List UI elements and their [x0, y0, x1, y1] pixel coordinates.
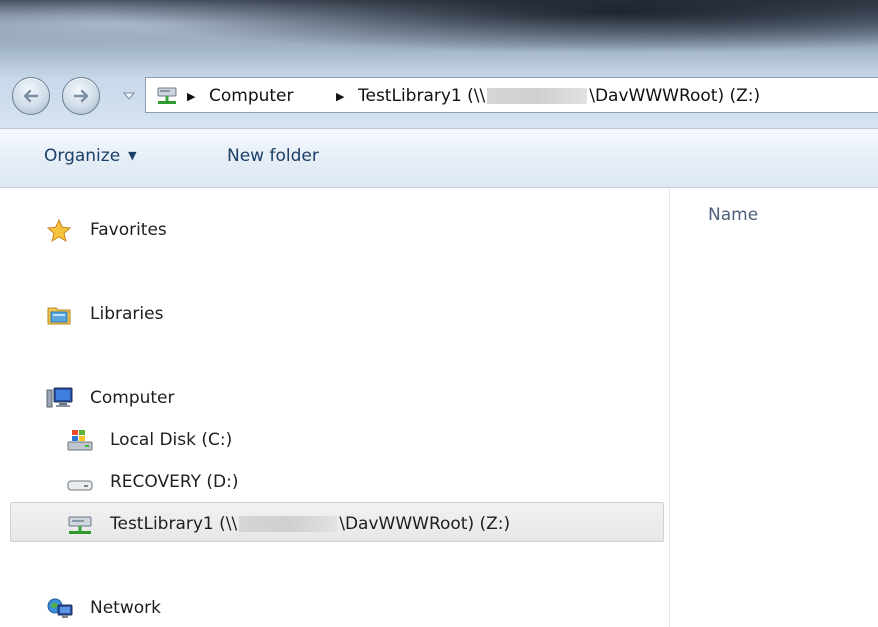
nav-label-local-disk: Local Disk (C:) [110, 430, 233, 450]
nav-label-libraries: Libraries [90, 304, 164, 324]
pane-divider[interactable] [669, 188, 670, 627]
aero-glass-blur [0, 0, 878, 60]
breadcrumb-testlibrary[interactable]: TestLibrary1 (\\ \DavWWWRoot) (Z:) [358, 86, 760, 106]
organize-button[interactable]: Organize ▼ [44, 146, 137, 166]
forward-arrow-icon [73, 89, 89, 103]
star-icon [46, 218, 72, 243]
window-titlebar: ▶ Computer ▶ TestLibrary1 (\\ \DavWWWRoot… [0, 0, 878, 128]
network-drive-icon [68, 516, 92, 534]
explorer-window: ▶ Computer ▶ TestLibrary1 (\\ \DavWWWRoot… [0, 0, 878, 627]
drive-icon [67, 480, 93, 491]
breadcrumb-computer[interactable]: Computer [209, 86, 294, 106]
command-bar: Organize ▼ New folder [0, 128, 878, 188]
computer-icon [46, 387, 73, 408]
redacted-hostname [487, 88, 588, 104]
redacted-hostname [239, 516, 338, 532]
testlibrary-suffix: \DavWWWRoot) (Z:) [339, 514, 511, 534]
recent-pages-chevron-icon[interactable] [123, 91, 135, 101]
back-button[interactable] [12, 77, 50, 115]
network-globe-icon [47, 598, 73, 618]
nav-label-computer: Computer [90, 388, 175, 408]
new-folder-button[interactable]: New folder [227, 146, 319, 166]
forward-button[interactable] [62, 77, 100, 115]
testlibrary-prefix: TestLibrary1 (\\ [110, 514, 238, 534]
libraries-folder-icon [47, 307, 71, 325]
breadcrumb-separator-icon[interactable]: ▶ [336, 90, 344, 103]
breadcrumb-separator-icon[interactable]: ▶ [187, 90, 195, 103]
breadcrumb-testlibrary-prefix: TestLibrary1 (\\ [358, 86, 486, 106]
windows-disk-icon [67, 430, 93, 451]
column-header-name[interactable]: Name [708, 205, 758, 225]
address-bar[interactable]: ▶ Computer ▶ TestLibrary1 (\\ \DavWWWRoot… [145, 77, 878, 113]
nav-label-network: Network [90, 598, 161, 618]
organize-label: Organize [44, 146, 121, 166]
back-arrow-icon [23, 89, 39, 103]
dropdown-arrow-icon: ▼ [128, 149, 137, 162]
nav-label-favorites: Favorites [90, 220, 167, 240]
nav-label-testlibrary: TestLibrary1 (\\ \DavWWWRoot) (Z:) [110, 514, 510, 534]
network-drive-icon [157, 87, 177, 104]
breadcrumb-testlibrary-suffix: \DavWWWRoot) (Z:) [589, 86, 761, 106]
nav-label-recovery: RECOVERY (D:) [110, 472, 239, 492]
